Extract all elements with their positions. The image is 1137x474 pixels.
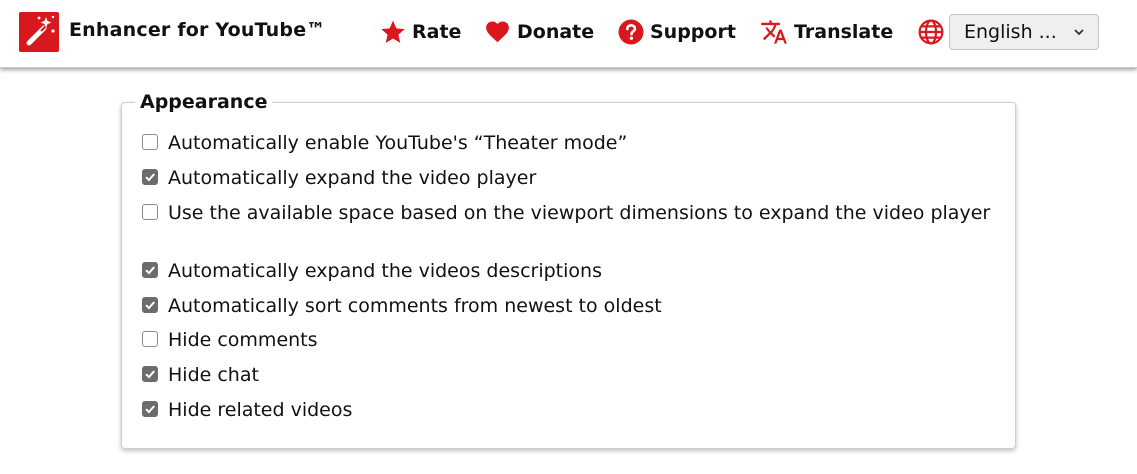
option-expand-descriptions[interactable]: Automatically expand the videos descript… xyxy=(142,259,1002,283)
rate-label: Rate xyxy=(412,21,462,43)
question-icon xyxy=(618,19,644,45)
option-label: Hide comments xyxy=(168,329,318,351)
option-hide-comments[interactable]: Hide comments xyxy=(142,328,1002,352)
magic-wand-icon xyxy=(19,12,59,52)
chevron-down-icon xyxy=(1074,29,1084,36)
rate-link[interactable]: Rate xyxy=(380,15,461,49)
translate-icon xyxy=(761,20,787,44)
top-bar: Enhancer for YouTube™ Rate Donate Suppor… xyxy=(0,0,1137,68)
checkbox-theater-mode[interactable] xyxy=(142,134,158,150)
option-label: Hide chat xyxy=(168,364,259,386)
checkbox-hide-chat[interactable] xyxy=(142,366,158,382)
option-theater-mode[interactable]: Automatically enable YouTube's “Theater … xyxy=(142,131,1002,155)
checkbox-expand-player[interactable] xyxy=(142,169,158,185)
option-label: Automatically expand the videos descript… xyxy=(168,260,602,282)
option-label: Automatically enable YouTube's “Theater … xyxy=(168,132,628,154)
appearance-legend: Appearance xyxy=(135,91,273,113)
checkbox-sort-comments[interactable] xyxy=(142,297,158,313)
star-icon xyxy=(381,20,405,43)
checkbox-viewport-space[interactable] xyxy=(142,204,158,220)
checkbox-hide-related[interactable] xyxy=(142,401,158,417)
app-title: Enhancer for YouTube™ xyxy=(69,19,326,41)
checkbox-hide-comments[interactable] xyxy=(142,331,158,347)
language-select-value: English ... xyxy=(964,21,1057,43)
language-select[interactable]: English ... xyxy=(949,14,1099,50)
option-label: Use the available space based on the vie… xyxy=(168,202,991,224)
globe-icon xyxy=(918,19,944,45)
option-label: Automatically expand the video player xyxy=(168,167,537,189)
option-viewport-space[interactable]: Use the available space based on the vie… xyxy=(138,201,998,225)
translate-link[interactable]: Translate xyxy=(760,15,893,49)
donate-label: Donate xyxy=(517,21,595,43)
checkbox-expand-descriptions[interactable] xyxy=(142,262,158,278)
donate-link[interactable]: Donate xyxy=(484,15,594,49)
support-link[interactable]: Support xyxy=(618,15,736,49)
option-label: Hide related videos xyxy=(168,399,353,421)
option-sort-comments[interactable]: Automatically sort comments from newest … xyxy=(142,294,1002,318)
option-hide-chat[interactable]: Hide chat xyxy=(142,363,1002,387)
translate-label: Translate xyxy=(794,21,894,43)
option-hide-related[interactable]: Hide related videos xyxy=(142,398,1002,422)
option-expand-player[interactable]: Automatically expand the video player xyxy=(142,166,1002,190)
heart-icon xyxy=(486,21,509,43)
option-label: Automatically sort comments from newest … xyxy=(168,295,662,317)
support-label: Support xyxy=(650,21,736,43)
